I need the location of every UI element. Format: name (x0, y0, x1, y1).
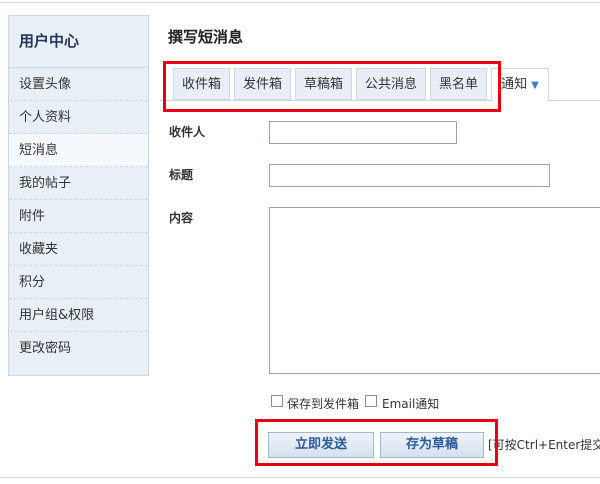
top-divider (0, 2, 600, 3)
save-to-outbox-checkbox[interactable] (271, 395, 283, 407)
sidebar-item-attachments[interactable]: 附件 (9, 200, 148, 233)
highlight-box-tabs (163, 61, 501, 112)
sidebar-item-usergroup[interactable]: 用户组&权限 (9, 299, 148, 332)
email-notify-label: Email通知 (382, 397, 440, 411)
bottom-divider (0, 477, 600, 478)
email-notify-checkbox[interactable] (365, 395, 377, 407)
sidebar-item-profile[interactable]: 个人资料 (9, 101, 148, 134)
sidebar-item-credits[interactable]: 积分 (9, 266, 148, 299)
sidebar-item-my-posts[interactable]: 我的帖子 (9, 167, 148, 200)
sidebar-item-messages[interactable]: 短消息 (9, 134, 148, 167)
sidebar-item-favorites[interactable]: 收藏夹 (9, 233, 148, 266)
sidebar-item-change-password[interactable]: 更改密码 (9, 332, 148, 365)
save-to-outbox-label: 保存到发件箱 (287, 397, 360, 411)
chevron-down-icon: ▼ (531, 80, 539, 91)
recipient-label: 收件人 (169, 125, 206, 139)
content-label: 内容 (169, 211, 194, 225)
content-textarea[interactable] (269, 207, 600, 374)
sidebar-title: 用户中心 (9, 16, 148, 68)
recipient-input[interactable] (269, 121, 457, 144)
subject-input[interactable] (269, 164, 550, 187)
highlight-box-buttons (255, 419, 498, 466)
tab-notifications-label: 通知 (501, 77, 528, 92)
sidebar-item-avatar[interactable]: 设置头像 (9, 68, 148, 101)
submit-hint: [可按Ctrl+Enter提交] (488, 438, 600, 452)
page-title: 撰写短消息 (168, 28, 244, 46)
sidebar: 用户中心 设置头像 个人资料 短消息 我的帖子 附件 收藏夹 积分 用户组&权限… (8, 15, 149, 376)
subject-label: 标题 (169, 168, 194, 182)
